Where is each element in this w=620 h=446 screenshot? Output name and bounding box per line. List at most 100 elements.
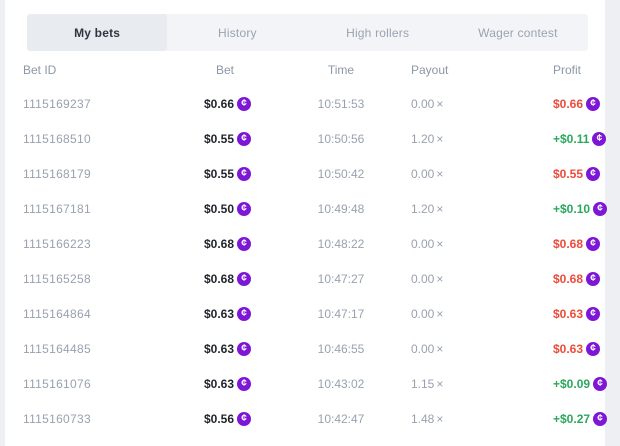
bet-id-cell: 1115165258 (23, 272, 173, 286)
bet-cell: $0.63 ¢ (173, 342, 251, 356)
profit-amount: $0.63 (553, 307, 583, 321)
coin-icon: ¢ (237, 237, 251, 251)
time-cell: 10:48:22 (251, 237, 411, 251)
table-header-row: Bet ID Bet Time Payout Profit (5, 54, 605, 86)
time-cell: 10:51:53 (251, 97, 411, 111)
payout-value: 0.00 (411, 272, 434, 286)
table-row[interactable]: 1115164485 $0.63 ¢ 10:46:55 0.00× $0.63 … (5, 331, 605, 366)
time-cell: 10:50:56 (251, 132, 411, 146)
bet-amount: $0.63 (204, 307, 234, 321)
profit-amount: +$0.09 (553, 377, 590, 391)
payout-cell: 0.00× (411, 342, 553, 356)
time-cell: 10:49:48 (251, 202, 411, 216)
table-row[interactable]: 1115161076 $0.63 ¢ 10:43:02 1.15× +$0.09… (5, 366, 605, 401)
bet-id-cell: 1115167181 (23, 202, 173, 216)
profit-amount: $0.63 (553, 342, 583, 356)
column-header-payout: Payout (411, 63, 553, 77)
table-row[interactable]: 1115165258 $0.68 ¢ 10:47:27 0.00× $0.68 … (5, 261, 605, 296)
payout-cell: 0.00× (411, 167, 553, 181)
payout-cell: 0.00× (411, 97, 553, 111)
payout-value: 0.00 (411, 237, 434, 251)
time-cell: 10:47:27 (251, 272, 411, 286)
profit-cell: $0.63 ¢ (553, 307, 600, 321)
bet-id-cell: 1115164864 (23, 307, 173, 321)
time-cell: 10:46:55 (251, 342, 411, 356)
time-cell: 10:47:17 (251, 307, 411, 321)
bet-cell: $0.55 ¢ (173, 132, 251, 146)
profit-cell: $0.68 ¢ (553, 272, 600, 286)
bet-amount: $0.68 (204, 272, 234, 286)
multiplier-symbol: × (436, 237, 443, 251)
coin-icon: ¢ (586, 97, 600, 111)
tab-my-bets[interactable]: My bets (27, 14, 167, 51)
column-header-profit: Profit (553, 63, 596, 77)
bets-tabbar: My bets History High rollers Wager conte… (27, 14, 588, 51)
payout-cell: 0.00× (411, 237, 553, 251)
profit-amount: +$0.10 (553, 202, 590, 216)
table-row[interactable]: 1115168510 $0.55 ¢ 10:50:56 1.20× +$0.11… (5, 121, 605, 156)
payout-cell: 1.20× (411, 202, 553, 216)
profit-cell: $0.66 ¢ (553, 97, 600, 111)
profit-cell: +$0.11 ¢ (553, 132, 606, 146)
profit-amount: $0.66 (553, 97, 583, 111)
bet-amount: $0.68 (204, 237, 234, 251)
multiplier-symbol: × (436, 412, 443, 426)
payout-cell: 0.00× (411, 307, 553, 321)
profit-amount: $0.68 (553, 272, 583, 286)
coin-icon: ¢ (592, 132, 606, 146)
bet-amount: $0.55 (204, 167, 234, 181)
coin-icon: ¢ (237, 342, 251, 356)
profit-cell: +$0.10 ¢ (553, 202, 607, 216)
table-row[interactable]: 1115167181 $0.50 ¢ 10:49:48 1.20× +$0.10… (5, 191, 605, 226)
table-row[interactable]: 1115166223 $0.68 ¢ 10:48:22 0.00× $0.68 … (5, 226, 605, 261)
tab-wager-contest[interactable]: Wager contest (448, 14, 588, 51)
table-row[interactable]: 1115168179 $0.55 ¢ 10:50:42 0.00× $0.55 … (5, 156, 605, 191)
coin-icon: ¢ (237, 202, 251, 216)
payout-value: 0.00 (411, 342, 434, 356)
coin-icon: ¢ (237, 132, 251, 146)
coin-icon: ¢ (586, 167, 600, 181)
table-row[interactable]: 1115160733 $0.56 ¢ 10:42:47 1.48× +$0.27… (5, 401, 605, 436)
column-header-bet-id: Bet ID (23, 63, 173, 77)
coin-icon: ¢ (237, 167, 251, 181)
table-row[interactable]: 1115164864 $0.63 ¢ 10:47:17 0.00× $0.63 … (5, 296, 605, 331)
multiplier-symbol: × (436, 307, 443, 321)
tab-history[interactable]: History (167, 14, 307, 51)
payout-cell: 1.15× (411, 377, 553, 391)
bet-id-cell: 1115166223 (23, 237, 173, 251)
payout-value: 0.00 (411, 167, 434, 181)
payout-cell: 1.48× (411, 412, 553, 426)
bet-amount: $0.50 (204, 202, 234, 216)
coin-icon: ¢ (586, 272, 600, 286)
bet-amount: $0.66 (204, 97, 234, 111)
bet-id-cell: 1115168510 (23, 132, 173, 146)
payout-value: 1.20 (411, 132, 434, 146)
bet-amount: $0.55 (204, 132, 234, 146)
profit-amount: $0.68 (553, 237, 583, 251)
bet-cell: $0.55 ¢ (173, 167, 251, 181)
coin-icon: ¢ (593, 377, 607, 391)
bet-id-cell: 1115169237 (23, 97, 173, 111)
profit-cell: $0.63 ¢ (553, 342, 600, 356)
time-cell: 10:42:47 (251, 412, 411, 426)
bet-amount: $0.63 (204, 377, 234, 391)
coin-icon: ¢ (586, 237, 600, 251)
coin-icon: ¢ (593, 202, 607, 216)
coin-icon: ¢ (237, 307, 251, 321)
bet-id-cell: 1115168179 (23, 167, 173, 181)
coin-icon: ¢ (237, 412, 251, 426)
table-row[interactable]: 1115169237 $0.66 ¢ 10:51:53 0.00× $0.66 … (5, 86, 605, 121)
multiplier-symbol: × (436, 167, 443, 181)
profit-amount: +$0.27 (553, 412, 590, 426)
multiplier-symbol: × (436, 97, 443, 111)
coin-icon: ¢ (593, 412, 607, 426)
coin-icon: ¢ (237, 97, 251, 111)
bet-cell: $0.50 ¢ (173, 202, 251, 216)
profit-cell: +$0.09 ¢ (553, 377, 607, 391)
profit-amount: +$0.11 (553, 132, 589, 146)
bet-cell: $0.63 ¢ (173, 307, 251, 321)
time-cell: 10:50:42 (251, 167, 411, 181)
profit-amount: $0.55 (553, 167, 583, 181)
tab-high-rollers[interactable]: High rollers (308, 14, 448, 51)
bets-panel: My bets History High rollers Wager conte… (5, 0, 605, 446)
